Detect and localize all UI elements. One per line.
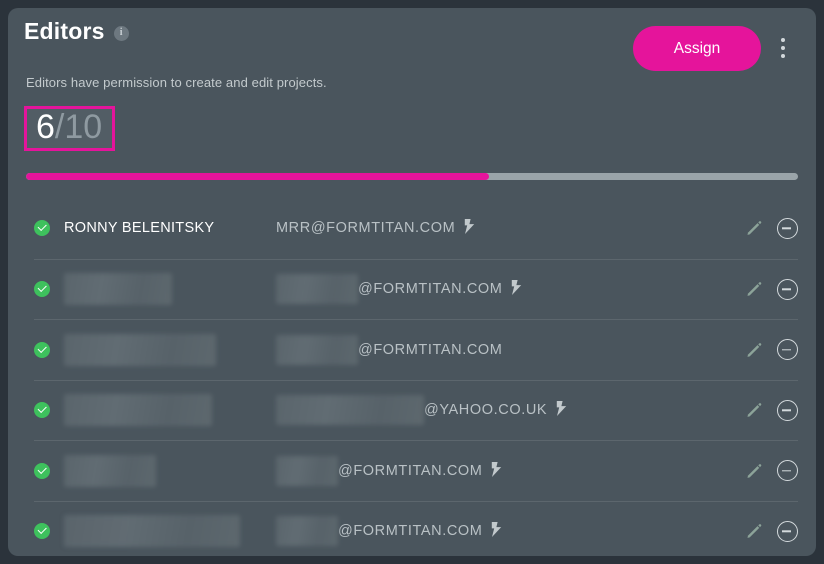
row-actions (745, 198, 798, 259)
editor-email-cell: @YAHOO.CO.UK (276, 381, 567, 441)
minus-circle-icon[interactable] (777, 520, 798, 542)
table-row[interactable]: @FORMTITAN.COM (34, 440, 798, 501)
row-actions (745, 260, 798, 320)
minus-circle-icon[interactable] (777, 339, 798, 361)
editors-card: Editors i Assign Editors have permission… (8, 8, 816, 556)
editor-name-cell (64, 441, 156, 501)
kebab-dot (781, 54, 785, 58)
editor-name-cell (64, 381, 212, 441)
pencil-icon[interactable] (745, 341, 763, 359)
lightning-bolt-icon (511, 280, 522, 298)
pencil-icon[interactable] (745, 219, 763, 237)
redacted-email-local (276, 334, 358, 365)
check-circle-icon (34, 220, 50, 237)
table-row[interactable]: @YAHOO.CO.UK (34, 379, 798, 441)
table-row[interactable]: RONNY BELENITSKY MRR@FORMTITAN.COM (34, 198, 798, 259)
pencil-icon[interactable] (745, 401, 763, 419)
redacted-name (64, 273, 172, 306)
redacted-name (64, 515, 240, 548)
lightning-bolt-icon (491, 522, 502, 540)
check-circle-icon (34, 402, 50, 419)
minus-circle-icon[interactable] (777, 217, 798, 239)
title-group: Editors i (24, 20, 129, 43)
row-actions (745, 320, 798, 380)
seats-limit: /10 (54, 108, 103, 146)
assign-button[interactable]: Assign (633, 26, 761, 71)
lightning-bolt-icon (491, 461, 502, 480)
check-circle-icon (34, 523, 50, 540)
seats-progress-fill (26, 173, 490, 180)
redacted-name (64, 333, 216, 366)
minus-circle-icon[interactable] (777, 460, 798, 482)
pencil-icon[interactable] (745, 280, 763, 298)
table-row[interactable]: @FORMTITAN.COM (34, 319, 798, 380)
editor-email: @FORMTITAN.COM (338, 462, 483, 479)
lightning-bolt-glyph (556, 401, 567, 417)
editor-email-cell: MRR@FORMTITAN.COM (276, 198, 475, 259)
redacted-email-local (276, 395, 424, 426)
editor-email: MRR@FORMTITAN.COM (276, 220, 456, 237)
minus-circle-icon[interactable] (777, 278, 798, 300)
redacted-name (64, 454, 156, 487)
lightning-bolt-glyph (465, 219, 475, 235)
check-circle-icon (34, 462, 50, 479)
editor-email-cell: @FORMTITAN.COM (276, 320, 503, 380)
pencil-icon[interactable] (745, 522, 763, 540)
row-actions (745, 502, 798, 557)
row-actions (745, 381, 798, 441)
kebab-menu-icon[interactable] (774, 32, 792, 64)
table-row[interactable]: @FORMTITAN.COM (34, 500, 798, 557)
editor-email: @FORMTITAN.COM (338, 523, 483, 540)
lightning-bolt-glyph (492, 522, 502, 538)
editor-name-cell (64, 260, 172, 320)
card-header: Editors i Assign (8, 8, 816, 71)
editor-name-cell (64, 320, 216, 380)
editor-name-cell (64, 502, 240, 557)
check-circle-icon (34, 341, 50, 358)
lightning-bolt-glyph (492, 461, 502, 477)
redacted-email-local (276, 455, 338, 486)
minus-circle-icon[interactable] (777, 399, 798, 421)
kebab-dot (781, 46, 785, 50)
editor-email: @FORMTITAN.COM (358, 281, 503, 298)
page-title: Editors (24, 18, 105, 44)
editor-email-cell: @FORMTITAN.COM (276, 441, 502, 501)
redacted-name (64, 394, 212, 427)
row-actions (745, 441, 798, 501)
editors-list: RONNY BELENITSKY MRR@FORMTITAN.COM @FORMTI… (8, 198, 816, 556)
seats-used: 6 (36, 108, 55, 146)
seats-progress-bar (26, 173, 798, 180)
lightning-bolt-icon (464, 219, 475, 237)
editor-email: @YAHOO.CO.UK (424, 402, 548, 419)
redacted-email-local (276, 274, 358, 305)
seat-counter: 6 /10 (24, 106, 116, 151)
pencil-icon[interactable] (745, 462, 763, 480)
card-subtitle: Editors have permission to create and ed… (26, 75, 327, 90)
kebab-dot (781, 38, 785, 42)
check-circle-icon (34, 281, 50, 298)
redacted-email-local (276, 516, 338, 547)
lightning-bolt-icon (556, 401, 567, 419)
editor-email-cell: @FORMTITAN.COM (276, 260, 522, 320)
editor-email-cell: @FORMTITAN.COM (276, 502, 502, 557)
editor-name-cell: RONNY BELENITSKY (64, 198, 214, 259)
info-icon[interactable]: i (113, 25, 129, 41)
editor-email: @FORMTITAN.COM (358, 341, 503, 358)
editor-name: RONNY BELENITSKY (64, 220, 215, 237)
lightning-bolt-glyph (512, 280, 522, 296)
table-row[interactable]: @FORMTITAN.COM (34, 258, 798, 320)
